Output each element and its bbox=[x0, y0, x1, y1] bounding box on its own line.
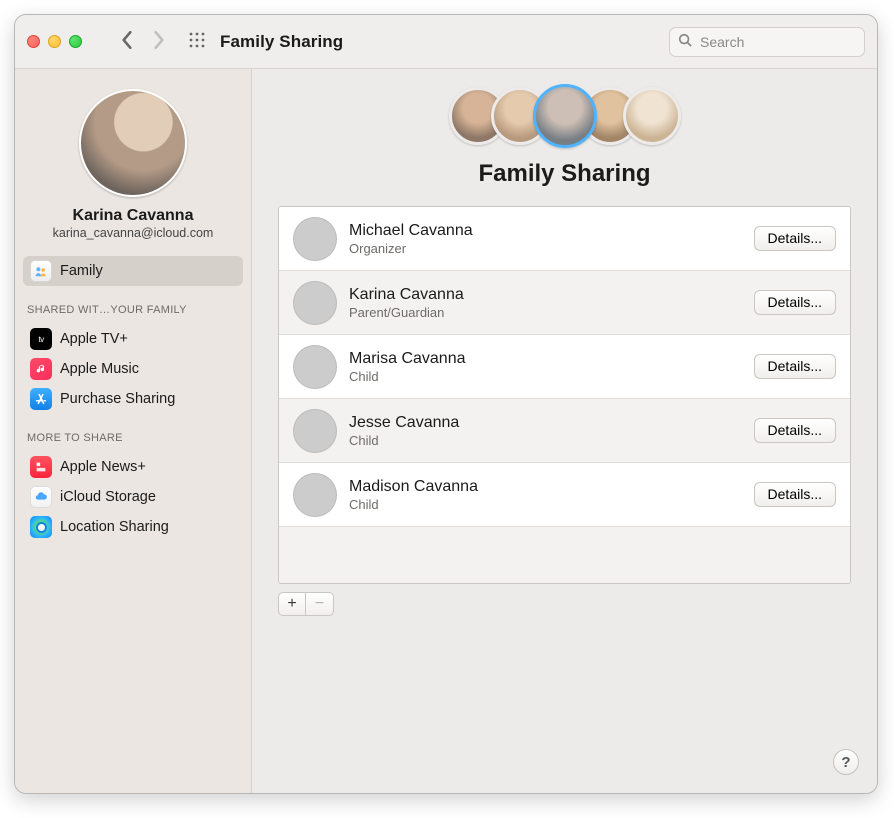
grid-icon bbox=[188, 31, 206, 52]
details-button[interactable]: Details... bbox=[754, 290, 836, 315]
sidebar-item-label: iCloud Storage bbox=[60, 489, 156, 505]
search-field[interactable] bbox=[669, 27, 865, 57]
help-button[interactable]: ? bbox=[833, 749, 859, 775]
zoom-window-button[interactable] bbox=[69, 35, 82, 48]
details-button[interactable]: Details... bbox=[754, 226, 836, 251]
sidebar-item-family[interactable]: Family bbox=[23, 256, 243, 286]
sidebar: Karina Cavanna karina_cavanna@icloud.com… bbox=[15, 69, 252, 793]
help-icon: ? bbox=[841, 754, 850, 771]
member-row[interactable]: Marisa Cavanna Child Details... bbox=[279, 335, 850, 399]
members-table: Michael Cavanna Organizer Details... Kar… bbox=[278, 206, 851, 584]
avatar bbox=[293, 409, 337, 453]
chevron-right-icon bbox=[152, 37, 166, 53]
window-title: Family Sharing bbox=[220, 32, 343, 52]
window-controls bbox=[27, 35, 82, 48]
remove-member-button[interactable]: − bbox=[306, 592, 334, 616]
search-input[interactable] bbox=[698, 33, 856, 51]
titlebar: Family Sharing bbox=[15, 15, 877, 69]
find-my-icon bbox=[30, 516, 52, 538]
apple-tv-icon: tv bbox=[30, 328, 52, 350]
family-icon bbox=[30, 260, 52, 282]
member-name: Michael Cavanna bbox=[349, 221, 754, 240]
apple-news-icon bbox=[30, 456, 52, 478]
avatar bbox=[293, 281, 337, 325]
hero: Family Sharing bbox=[252, 69, 877, 188]
sidebar-item-label: Purchase Sharing bbox=[60, 391, 175, 407]
search-icon bbox=[678, 33, 698, 50]
nav-arrows bbox=[120, 30, 166, 53]
minus-icon: − bbox=[315, 595, 324, 613]
avatar bbox=[533, 84, 597, 148]
account-email: karina_cavanna@icloud.com bbox=[53, 226, 214, 240]
minimize-window-button[interactable] bbox=[48, 35, 61, 48]
icloud-icon bbox=[30, 486, 52, 508]
chevron-left-icon bbox=[120, 37, 134, 53]
add-remove-controls: + − bbox=[278, 592, 877, 616]
sidebar-item-apple-tv[interactable]: tv Apple TV+ bbox=[23, 324, 243, 354]
avatar bbox=[293, 217, 337, 261]
sidebar-item-label: Family bbox=[60, 263, 103, 279]
details-button[interactable]: Details... bbox=[754, 482, 836, 507]
member-row[interactable]: Madison Cavanna Child Details... bbox=[279, 463, 850, 527]
account-header: Karina Cavanna karina_cavanna@icloud.com bbox=[15, 69, 251, 252]
app-store-icon bbox=[30, 388, 52, 410]
hero-title: Family Sharing bbox=[478, 160, 650, 188]
back-button[interactable] bbox=[120, 30, 134, 53]
member-name: Karina Cavanna bbox=[349, 285, 754, 304]
forward-button[interactable] bbox=[152, 30, 166, 53]
member-role: Organizer bbox=[349, 241, 754, 256]
close-window-button[interactable] bbox=[27, 35, 40, 48]
member-row[interactable]: Jesse Cavanna Child Details... bbox=[279, 399, 850, 463]
prefs-window: Family Sharing Karina Cavanna karina_cav… bbox=[14, 14, 878, 794]
add-member-button[interactable]: + bbox=[278, 592, 306, 616]
member-row[interactable]: Michael Cavanna Organizer Details... bbox=[279, 207, 850, 271]
family-avatar-stack bbox=[449, 87, 681, 148]
sidebar-item-label: Apple News+ bbox=[60, 459, 146, 475]
member-role: Child bbox=[349, 497, 754, 512]
member-role: Child bbox=[349, 369, 754, 384]
sidebar-header-more: MORE TO SHARE bbox=[15, 422, 251, 448]
account-avatar[interactable] bbox=[79, 89, 187, 197]
sidebar-header-shared: SHARED WIT…YOUR FAMILY bbox=[15, 294, 251, 320]
content-pane: Family Sharing Michael Cavanna Organizer… bbox=[252, 69, 877, 793]
member-role: Parent/Guardian bbox=[349, 305, 754, 320]
apple-music-icon bbox=[30, 358, 52, 380]
sidebar-item-icloud-storage[interactable]: iCloud Storage bbox=[23, 482, 243, 512]
member-row[interactable]: Karina Cavanna Parent/Guardian Details..… bbox=[279, 271, 850, 335]
account-name: Karina Cavanna bbox=[73, 207, 194, 225]
table-empty-space bbox=[279, 527, 850, 583]
member-name: Madison Cavanna bbox=[349, 477, 754, 496]
avatar bbox=[293, 473, 337, 517]
member-name: Jesse Cavanna bbox=[349, 413, 754, 432]
avatar bbox=[293, 345, 337, 389]
sidebar-item-purchase-sharing[interactable]: Purchase Sharing bbox=[23, 384, 243, 414]
sidebar-item-label: Apple TV+ bbox=[60, 331, 128, 347]
sidebar-item-apple-music[interactable]: Apple Music bbox=[23, 354, 243, 384]
avatar bbox=[623, 87, 681, 145]
details-button[interactable]: Details... bbox=[754, 354, 836, 379]
member-role: Child bbox=[349, 433, 754, 448]
sidebar-item-location-sharing[interactable]: Location Sharing bbox=[23, 512, 243, 542]
member-name: Marisa Cavanna bbox=[349, 349, 754, 368]
details-button[interactable]: Details... bbox=[754, 418, 836, 443]
plus-icon: + bbox=[287, 595, 296, 613]
show-all-button[interactable] bbox=[188, 31, 206, 52]
sidebar-item-label: Apple Music bbox=[60, 361, 139, 377]
sidebar-item-label: Location Sharing bbox=[60, 519, 169, 535]
sidebar-item-apple-news[interactable]: Apple News+ bbox=[23, 452, 243, 482]
